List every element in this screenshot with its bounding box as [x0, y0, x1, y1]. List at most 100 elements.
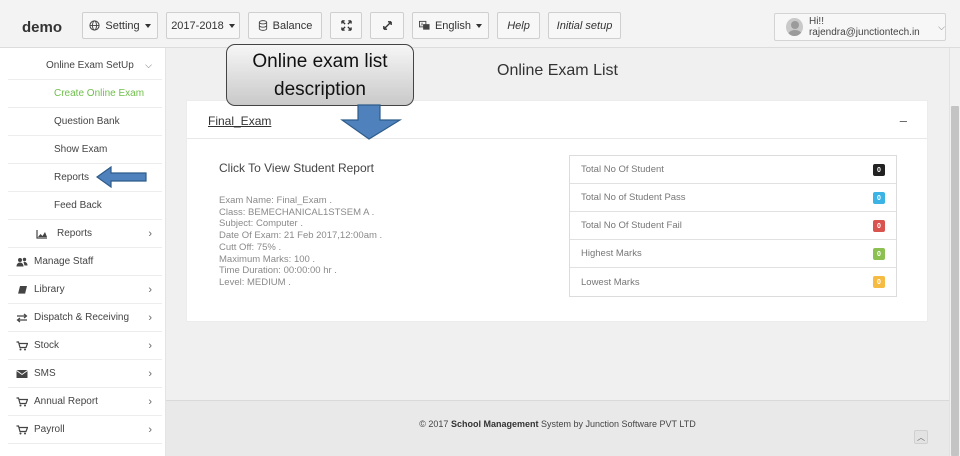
help-button[interactable]: Help [497, 12, 540, 39]
detail-max-marks: Maximum Marks: 100 . [219, 253, 316, 265]
fullscreen-button[interactable] [330, 12, 362, 39]
stat-students-pass: Total No of Student Pass 0 [570, 184, 896, 212]
annotation-arrow-down-icon [340, 104, 403, 140]
expand-arrows-icon [340, 20, 352, 31]
detail-cutoff: Cutt Off: 75% . [219, 241, 282, 253]
year-label: 2017-2018 [171, 19, 224, 32]
panel-header: Final_Exam – [187, 101, 927, 139]
annotation-callout: Online exam list description [226, 44, 414, 106]
footer-prefix: © 2017 [419, 419, 449, 429]
sidebar-item-question-bank[interactable]: Question Bank [8, 108, 162, 136]
sidebar-item-create-online-exam[interactable]: Create Online Exam [8, 80, 162, 108]
sidebar-item-manage-staff[interactable]: Manage Staff [8, 248, 162, 276]
sidebar-item-label: Create Online Exam [54, 88, 145, 99]
setting-dropdown[interactable]: Setting [82, 12, 158, 39]
book-icon [18, 286, 27, 295]
stats-list: Total No Of Student 0 Total No of Studen… [569, 155, 897, 297]
count-badge: 0 [873, 220, 885, 232]
initial-setup-button[interactable]: Initial setup [548, 12, 621, 39]
language-dropdown[interactable]: A English [412, 12, 489, 39]
stat-label: Lowest Marks [581, 276, 640, 288]
svg-text:A: A [421, 22, 424, 27]
sidebar-item-sms[interactable]: SMS › [8, 360, 162, 388]
scrollbar[interactable] [949, 48, 960, 456]
top-navbar: demo Setting 2017-2018 Balance A English… [0, 0, 960, 48]
sidebar-item-online-exam-setup[interactable]: Online Exam SetUp ⌵ [8, 52, 162, 80]
stat-total-students: Total No Of Student 0 [570, 156, 896, 184]
sidebar-item-label: Feed Back [54, 200, 102, 211]
sidebar-item-label: Question Bank [54, 116, 120, 127]
language-label: English [434, 19, 472, 32]
stat-lowest-marks: Lowest Marks 0 [570, 268, 896, 296]
annotation-line-2: description [274, 79, 366, 100]
sidebar-item-show-exam[interactable]: Show Exam [8, 136, 162, 164]
caret-down-icon [476, 23, 483, 28]
globe-icon [89, 20, 100, 31]
sidebar-item-label: Reports [57, 228, 93, 239]
area-chart-icon [36, 230, 47, 239]
exam-panel: Final_Exam – Click To View Student Repor… [186, 100, 928, 322]
footer-copyright: © 2017 School Management System by Junct… [166, 419, 949, 429]
view-student-report-link[interactable]: Click To View Student Report [219, 161, 374, 175]
annotation-arrow-left-icon [96, 166, 147, 188]
stat-highest-marks: Highest Marks 0 [570, 240, 896, 268]
exam-details: Exam Name: Final_Exam . Class: BEMECHANI… [219, 195, 382, 289]
caret-down-icon [144, 23, 151, 28]
chevron-right-icon: › [148, 368, 152, 380]
envelope-icon [16, 370, 28, 378]
count-badge: 0 [873, 192, 885, 204]
count-badge: 0 [873, 276, 885, 288]
caret-down-icon [228, 23, 235, 28]
collapse-icon[interactable]: – [900, 113, 907, 128]
cart-icon [16, 425, 28, 435]
sidebar: Online Exam SetUp ⌵ Create Online Exam Q… [0, 48, 166, 456]
diagonal-arrows-icon [382, 21, 392, 30]
count-badge: 0 [873, 248, 885, 260]
stat-label: Total No of Student Pass [581, 192, 686, 203]
sidebar-item-stock[interactable]: Stock › [8, 332, 162, 360]
brand-logo[interactable]: demo [22, 19, 62, 36]
cart-icon [16, 341, 28, 351]
stat-label: Highest Marks [581, 248, 642, 259]
chevron-up-icon: ︿ [917, 432, 925, 442]
sidebar-item-payroll[interactable]: Payroll › [8, 416, 162, 444]
chevron-right-icon: › [148, 312, 152, 324]
exam-name-link[interactable]: Final_Exam [208, 114, 271, 128]
user-menu[interactable]: Hi!! rajendra@junctiontech.in ⌵ [774, 13, 946, 41]
balance-button[interactable]: Balance [248, 12, 322, 39]
sidebar-item-feed-back[interactable]: Feed Back [8, 192, 162, 220]
annotation-line-1: Online exam list [252, 51, 388, 72]
chevron-right-icon: › [148, 228, 152, 240]
stat-label: Total No Of Student [581, 164, 664, 175]
users-icon [16, 257, 28, 267]
user-email: Hi!! rajendra@junctiontech.in [808, 16, 920, 38]
exchange-icon [16, 313, 28, 323]
sidebar-item-library[interactable]: Library › [8, 276, 162, 304]
scroll-to-top-button[interactable]: ︿ [914, 430, 928, 444]
setting-label: Setting [105, 19, 140, 32]
sidebar-item-reports[interactable]: Reports › [8, 220, 162, 248]
sidebar-item-label: Online Exam SetUp [46, 60, 134, 71]
footer-brand: School Management [450, 419, 539, 429]
language-icon: A [418, 20, 430, 30]
sidebar-item-dispatch-receiving[interactable]: Dispatch & Receiving › [8, 304, 162, 332]
stat-label: Total No Of Student Fail [581, 220, 682, 231]
sidebar-item-annual-report[interactable]: Annual Report › [8, 388, 162, 416]
sidebar-item-label: Show Exam [54, 144, 108, 155]
chevron-right-icon: › [148, 284, 152, 296]
detail-class: Class: BEMECHANICAL1STSEM A . [219, 206, 375, 218]
resize-button[interactable] [370, 12, 404, 39]
balance-label: Balance [272, 19, 313, 32]
chevron-right-icon: › [148, 396, 152, 408]
avatar [786, 18, 803, 36]
detail-subject: Subject: Computer . [219, 218, 303, 230]
cart-icon [16, 397, 28, 407]
detail-exam-name: Exam Name: Final_Exam . [219, 195, 332, 206]
chevron-right-icon: › [148, 424, 152, 436]
detail-date: Date Of Exam: 21 Feb 2017,12:00am . [219, 230, 383, 242]
footer: © 2017 School Management System by Junct… [166, 400, 949, 456]
count-badge: 0 [873, 164, 885, 176]
chevron-down-icon: ⌵ [145, 60, 152, 70]
academic-year-dropdown[interactable]: 2017-2018 [166, 12, 240, 39]
scrollbar-thumb[interactable] [951, 106, 959, 456]
